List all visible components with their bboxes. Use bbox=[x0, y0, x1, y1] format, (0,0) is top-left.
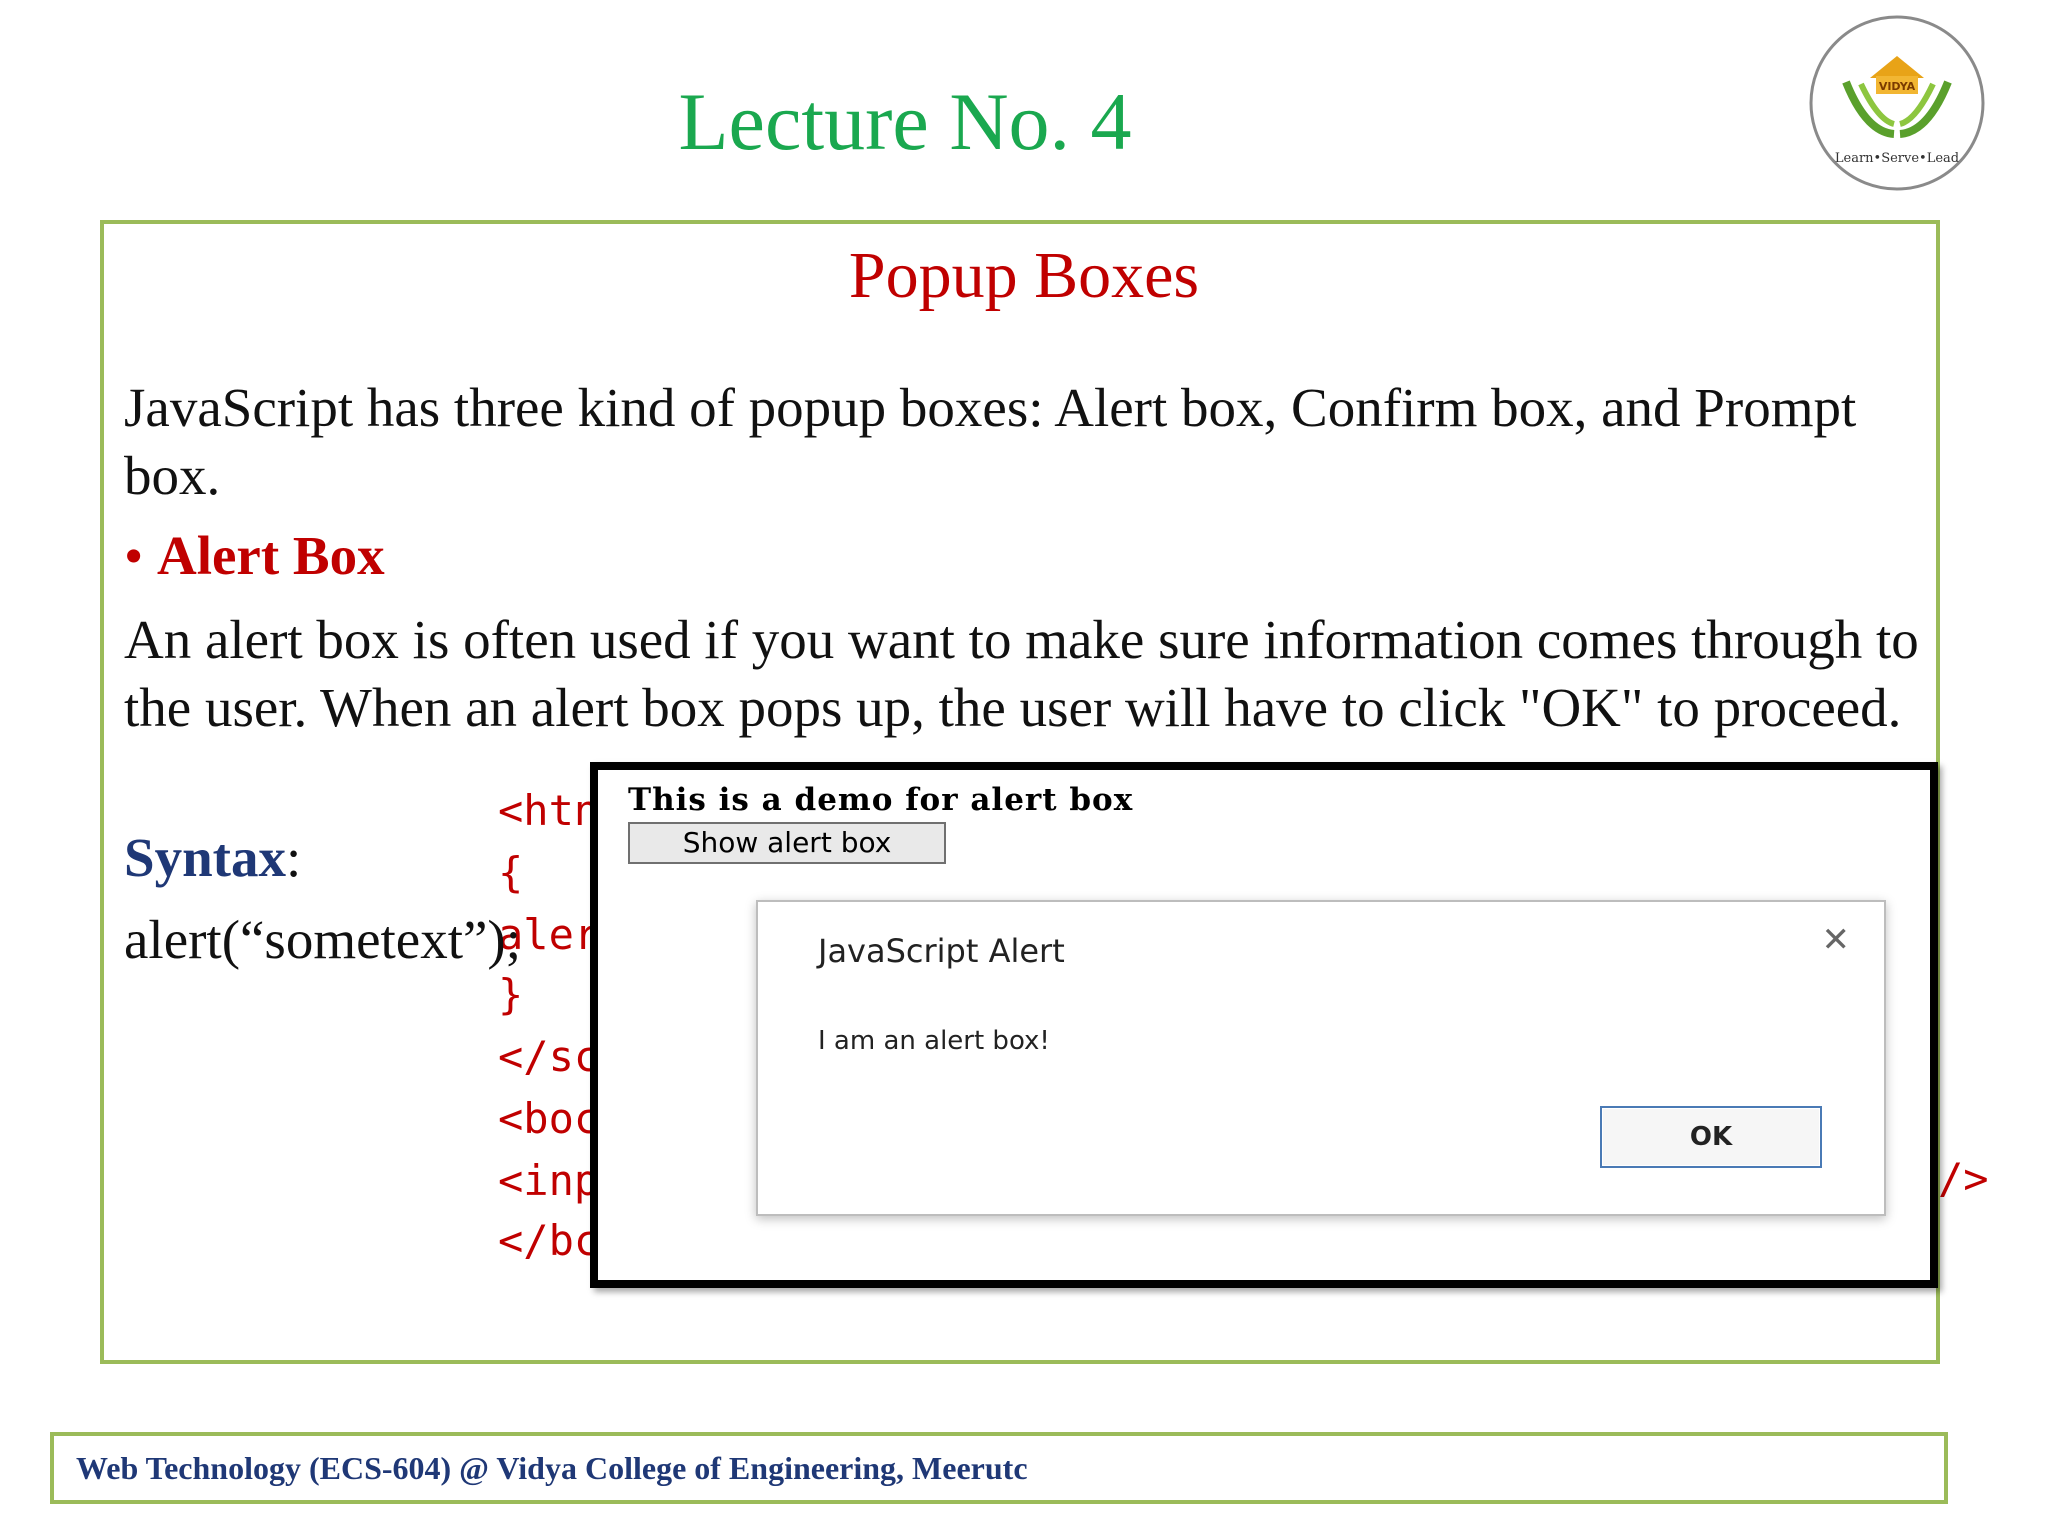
footer-text: Web Technology (ECS-604) @ Vidya College… bbox=[76, 1450, 1028, 1486]
syntax-heading: Syntax: bbox=[124, 824, 301, 892]
close-icon[interactable]: ✕ bbox=[1822, 920, 1851, 960]
code-line: { bbox=[498, 848, 524, 897]
show-alert-button[interactable]: Show alert box bbox=[628, 822, 946, 864]
code-line: </bc bbox=[498, 1216, 600, 1265]
intro-paragraph: JavaScript has three kind of popup boxes… bbox=[124, 377, 1857, 506]
code-line: } bbox=[498, 970, 524, 1019]
syntax-code: alert(“sometext”); bbox=[124, 909, 522, 970]
bullet-label: Alert Box bbox=[157, 525, 385, 586]
javascript-alert-dialog: JavaScript Alert ✕ I am an alert box! OK bbox=[756, 900, 1886, 1216]
code-line: </sc bbox=[498, 1032, 600, 1081]
vidya-logo: VIDYA Learn•Serve•Lead bbox=[1809, 15, 1985, 191]
footer: Web Technology (ECS-604) @ Vidya College… bbox=[50, 1432, 1948, 1504]
slide-title: Popup Boxes bbox=[848, 239, 1200, 312]
alert-description: An alert box is often used if you want t… bbox=[124, 609, 1919, 738]
logo-tagline: Learn•Serve•Lead bbox=[1835, 151, 1959, 166]
code-line-tail: /> bbox=[1938, 1154, 1989, 1203]
syntax-label: Syntax bbox=[124, 827, 286, 888]
syntax-colon: : bbox=[286, 827, 302, 888]
browser-screenshot: This is a demo for alert box Show alert … bbox=[590, 762, 1938, 1288]
logo-name: VIDYA bbox=[1879, 80, 1916, 93]
bullet-dot: • bbox=[124, 525, 158, 586]
code-line: <htn bbox=[498, 786, 600, 835]
code-line: <inp bbox=[498, 1156, 600, 1205]
ok-button[interactable]: OK bbox=[1600, 1106, 1822, 1168]
demo-heading: This is a demo for alert box bbox=[628, 782, 1134, 818]
alert-message: I am an alert box! bbox=[818, 1026, 1050, 1056]
code-line: <boc bbox=[498, 1094, 600, 1143]
alert-dialog-title: JavaScript Alert bbox=[818, 932, 1065, 970]
lecture-title: Lecture No. 4 bbox=[678, 76, 1132, 167]
alert-box-bullet: • Alert Box bbox=[124, 522, 385, 590]
